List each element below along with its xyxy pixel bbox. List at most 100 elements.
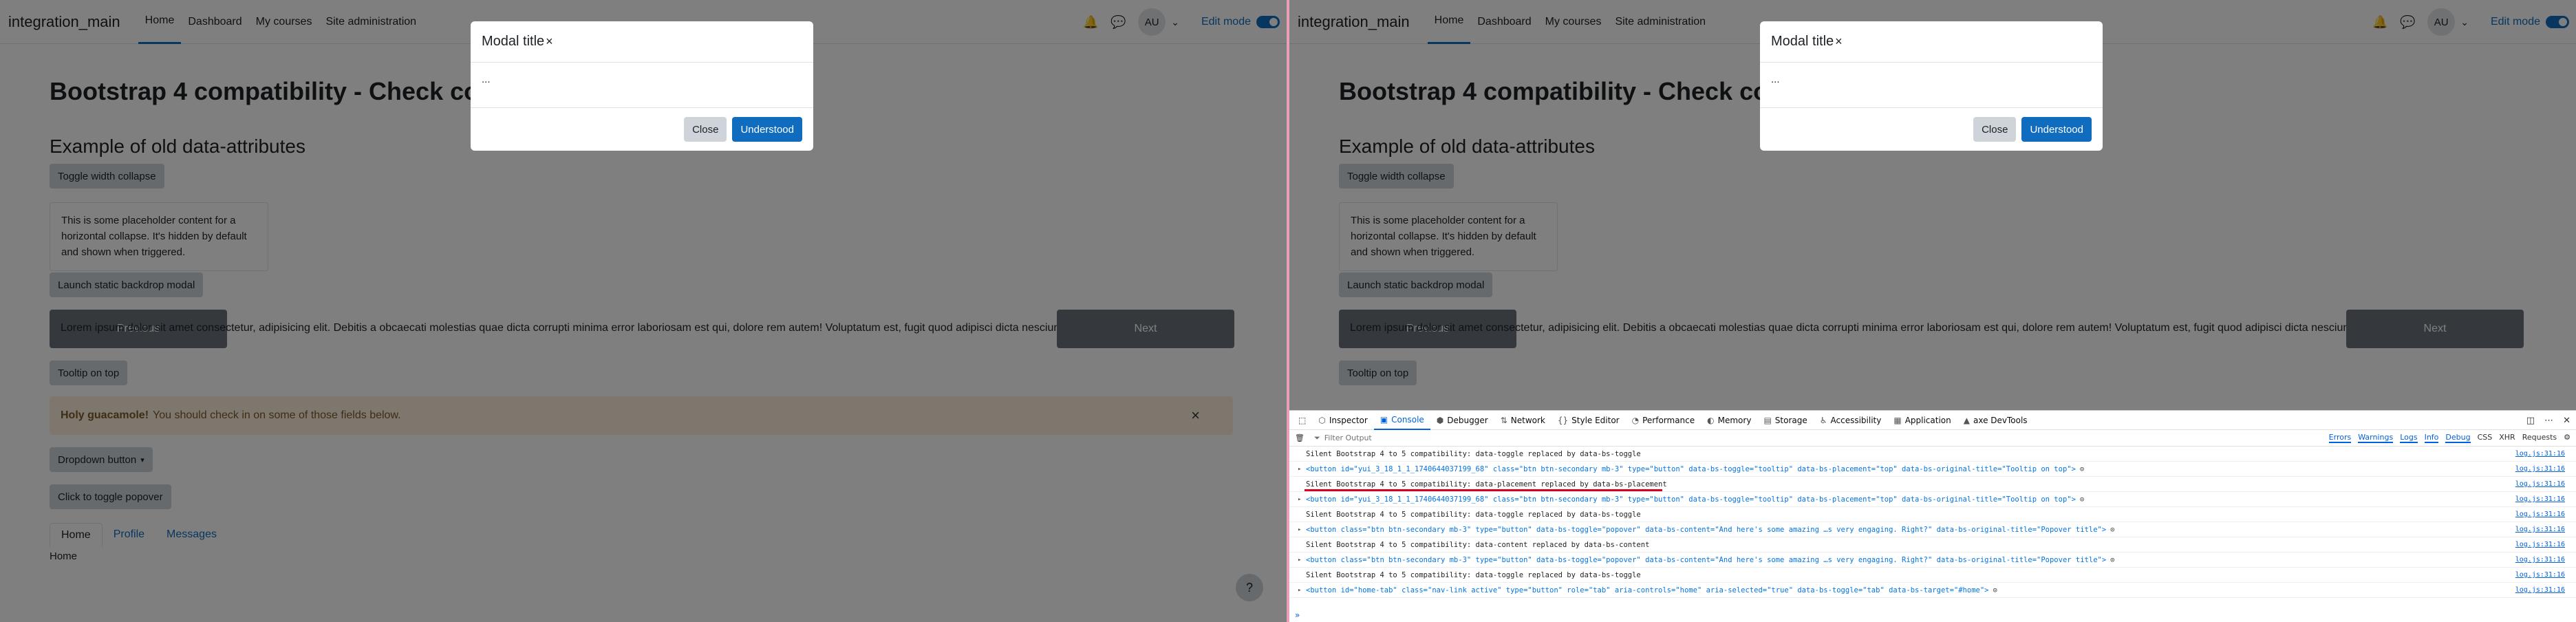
console-element-row[interactable]: ▸ <button id="home-tab" class="nav-link a…: [1289, 583, 2576, 598]
modal-title: Modal title: [1771, 34, 1834, 49]
more-options-icon[interactable]: ⋯: [2544, 416, 2553, 426]
tab-network[interactable]: ⇅ Network: [1494, 411, 1552, 430]
expand-arrow-icon[interactable]: ▸: [1298, 496, 1301, 503]
console-message-text: Silent Bootstrap 4 to 5 compatibility: d…: [1306, 480, 1667, 489]
filter-info[interactable]: Info: [2424, 433, 2439, 443]
source-link[interactable]: log.js:31:16: [2511, 511, 2565, 518]
settings-gear-icon[interactable]: ⚙: [2564, 433, 2570, 443]
modal-close-button[interactable]: Close: [1973, 117, 2017, 142]
target-node-icon[interactable]: ⊙: [2080, 465, 2084, 473]
style-editor-icon: {}: [1557, 415, 1569, 425]
tab-label: axe DevTools: [1973, 415, 2028, 425]
accessibility-icon: ♿: [1819, 415, 1827, 425]
filter-errors[interactable]: Errors: [2328, 433, 2352, 443]
devtools-panel: ⬚ ⬡ Inspector ▣ Console ⬢ Debugger ⇅ Network…: [1289, 410, 2576, 622]
expand-arrow-icon[interactable]: ▸: [1298, 526, 1301, 533]
console-message-row[interactable]: Silent Bootstrap 4 to 5 compatibility: d…: [1289, 568, 2576, 583]
dock-icon[interactable]: ◫: [2526, 416, 2535, 426]
prompt-chevron-icon: »: [1295, 610, 1300, 620]
source-link[interactable]: log.js:31:16: [2511, 495, 2565, 503]
filter-warnings[interactable]: Warnings: [2358, 433, 2394, 443]
debugger-icon: ⬢: [1436, 415, 1444, 425]
tab-performance[interactable]: ◔ Performance: [1626, 411, 1702, 430]
filter-css[interactable]: CSS: [2478, 433, 2493, 443]
source-link[interactable]: log.js:31:16: [2511, 526, 2565, 533]
application-icon: ▦: [1893, 415, 1902, 425]
tab-label: Accessibility: [1830, 415, 1882, 425]
tab-console[interactable]: ▣ Console: [1373, 411, 1430, 430]
browser-pane-left: integration_main Home Dashboard My cours…: [0, 0, 1287, 622]
tab-application[interactable]: ▦ Application: [1887, 411, 1957, 430]
console-icon: ▣: [1380, 414, 1388, 425]
expand-arrow-icon[interactable]: ▸: [1298, 466, 1301, 473]
target-node-icon[interactable]: ⊙: [2110, 526, 2114, 534]
tab-axe-devtools[interactable]: ▲ axe DevTools: [1957, 411, 2034, 430]
filter-requests[interactable]: Requests: [2522, 433, 2557, 443]
console-message-text: Silent Bootstrap 4 to 5 compatibility: d…: [1306, 510, 1641, 519]
filter-debug[interactable]: Debug: [2445, 433, 2471, 443]
close-devtools-icon[interactable]: ✕: [2563, 416, 2570, 426]
console-element-row[interactable]: ▸ <button id="yui_3_18_1_1_1740644037199_…: [1289, 462, 2576, 477]
target-node-icon[interactable]: ⊙: [2110, 556, 2114, 564]
performance-icon: ◔: [1631, 415, 1640, 425]
tab-debugger[interactable]: ⬢ Debugger: [1430, 411, 1494, 430]
modal-footer: Close Understood: [471, 108, 813, 151]
target-node-icon[interactable]: ⊙: [1993, 586, 1997, 594]
trash-icon[interactable]: 🗑: [1295, 433, 1305, 442]
console-message-text: <button class="btn btn-secondary mb-3" t…: [1306, 525, 2107, 534]
console-output: Silent Bootstrap 4 to 5 compatibility: d…: [1289, 447, 2576, 598]
target-node-icon[interactable]: ⊙: [2080, 495, 2084, 504]
tab-label: Performance: [1642, 415, 1695, 425]
console-element-row[interactable]: ▸ <button class="btn btn-secondary mb-3" …: [1289, 553, 2576, 568]
modal-close-button[interactable]: Close: [684, 117, 727, 142]
tab-storage[interactable]: ▤ Storage: [1757, 411, 1813, 430]
tab-label: Memory: [1717, 415, 1752, 425]
expand-arrow-icon[interactable]: ▸: [1298, 557, 1301, 564]
tab-label: Console: [1391, 414, 1424, 425]
tab-inspector[interactable]: ⬡ Inspector: [1312, 411, 1373, 430]
console-message-text: <button id="yui_3_18_1_1_1740644037199_6…: [1306, 495, 2076, 504]
memory-icon: ◐: [1707, 415, 1715, 425]
source-link[interactable]: log.js:31:16: [2511, 586, 2565, 594]
console-element-row[interactable]: ▸ <button id="yui_3_18_1_1_1740644037199_…: [1289, 492, 2576, 507]
tab-label: Storage: [1774, 415, 1807, 425]
filter-input[interactable]: Filter Output: [1324, 433, 1372, 442]
expand-arrow-icon[interactable]: ▸: [1298, 587, 1301, 594]
modal-body: ...: [471, 63, 813, 108]
source-link[interactable]: log.js:31:16: [2511, 541, 2565, 548]
console-input[interactable]: »: [1289, 608, 2576, 622]
tab-style-editor[interactable]: {} Style Editor: [1552, 411, 1626, 430]
browser-pane-right: integration_main Home Dashboard My cours…: [1289, 0, 2576, 622]
tab-label: Debugger: [1447, 415, 1488, 425]
console-message-row[interactable]: Silent Bootstrap 4 to 5 compatibility: d…: [1289, 537, 2576, 553]
console-message-row[interactable]: Silent Bootstrap 4 to 5 compatibility: d…: [1289, 507, 2576, 522]
source-link[interactable]: log.js:31:16: [2511, 465, 2565, 473]
close-icon[interactable]: ×: [1835, 34, 1843, 49]
console-message-row[interactable]: Silent Bootstrap 4 to 5 compatibility: d…: [1289, 477, 2576, 492]
modal-header: Modal title ×: [1760, 21, 2103, 63]
tab-memory[interactable]: ◐ Memory: [1701, 411, 1757, 430]
source-link[interactable]: log.js:31:16: [2511, 556, 2565, 564]
console-message-text: Silent Bootstrap 4 to 5 compatibility: d…: [1306, 570, 1641, 579]
modal-footer: Close Understood: [1760, 108, 2103, 151]
tab-accessibility[interactable]: ♿ Accessibility: [1814, 411, 1888, 430]
source-link[interactable]: log.js:31:16: [2511, 480, 2565, 488]
console-message-row[interactable]: Silent Bootstrap 4 to 5 compatibility: d…: [1289, 447, 2576, 462]
static-backdrop-modal: Modal title × ... Close Understood: [1760, 21, 2103, 151]
source-link[interactable]: log.js:31:16: [2511, 571, 2565, 579]
close-icon[interactable]: ×: [546, 34, 553, 49]
modal-understood-button[interactable]: Understood: [732, 117, 802, 142]
modal-body: ...: [1760, 63, 2103, 108]
filter-logs[interactable]: Logs: [2400, 433, 2418, 443]
inspector-icon: ⬡: [1318, 415, 1326, 425]
tab-label: Inspector: [1329, 415, 1368, 425]
modal-understood-button[interactable]: Understood: [2021, 117, 2092, 142]
filter-xhr[interactable]: XHR: [2499, 433, 2515, 443]
pick-element-icon[interactable]: ⬚: [1292, 411, 1312, 430]
modal-header: Modal title ×: [471, 21, 813, 63]
console-message-text: <button id="home-tab" class="nav-link ac…: [1306, 586, 1989, 594]
console-element-row[interactable]: ▸ <button class="btn btn-secondary mb-3" …: [1289, 522, 2576, 537]
source-link[interactable]: log.js:31:16: [2511, 450, 2565, 458]
axe-icon: ▲: [1963, 415, 1970, 425]
devtools-controls: ◫ ⋯ ✕: [2526, 411, 2570, 430]
